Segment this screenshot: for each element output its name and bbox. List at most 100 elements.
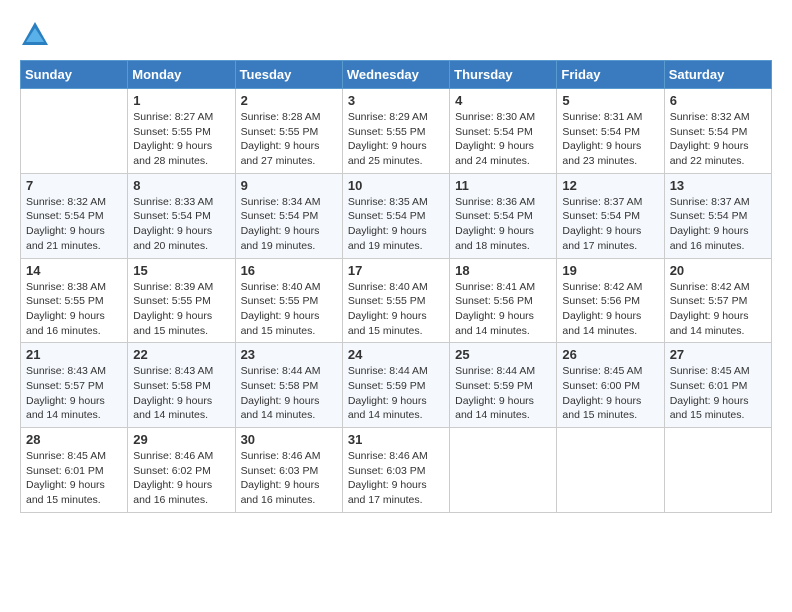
day-info: Sunrise: 8:43 AM Sunset: 5:58 PM Dayligh… bbox=[133, 364, 229, 423]
day-number: 11 bbox=[455, 178, 551, 193]
day-number: 6 bbox=[670, 93, 766, 108]
day-number: 9 bbox=[241, 178, 337, 193]
day-number: 27 bbox=[670, 347, 766, 362]
day-number: 18 bbox=[455, 263, 551, 278]
calendar-day-cell bbox=[21, 89, 128, 174]
day-number: 17 bbox=[348, 263, 444, 278]
calendar-day-cell: 18 Sunrise: 8:41 AM Sunset: 5:56 PM Dayli… bbox=[450, 258, 557, 343]
day-number: 3 bbox=[348, 93, 444, 108]
day-info: Sunrise: 8:43 AM Sunset: 5:57 PM Dayligh… bbox=[26, 364, 122, 423]
day-of-week-header: Friday bbox=[557, 61, 664, 89]
day-info: Sunrise: 8:42 AM Sunset: 5:56 PM Dayligh… bbox=[562, 280, 658, 339]
day-number: 24 bbox=[348, 347, 444, 362]
calendar-day-cell: 29 Sunrise: 8:46 AM Sunset: 6:02 PM Dayli… bbox=[128, 428, 235, 513]
calendar-day-cell: 15Sunrise: 8:39 AM Sunset: 5:55 PM Dayli… bbox=[128, 258, 235, 343]
calendar-day-cell: 20 Sunrise: 8:42 AM Sunset: 5:57 PM Dayli… bbox=[664, 258, 771, 343]
calendar-day-cell: 19 Sunrise: 8:42 AM Sunset: 5:56 PM Dayli… bbox=[557, 258, 664, 343]
calendar-day-cell: 21 Sunrise: 8:43 AM Sunset: 5:57 PM Dayli… bbox=[21, 343, 128, 428]
day-of-week-header: Wednesday bbox=[342, 61, 449, 89]
day-info: Sunrise: 8:34 AM Sunset: 5:54 PM Dayligh… bbox=[241, 195, 337, 254]
calendar-week-row: 1 Sunrise: 8:27 AM Sunset: 5:55 PM Daylig… bbox=[21, 89, 772, 174]
day-info: Sunrise: 8:32 AM Sunset: 5:54 PM Dayligh… bbox=[26, 195, 122, 254]
calendar-day-cell bbox=[450, 428, 557, 513]
day-info: Sunrise: 8:37 AM Sunset: 5:54 PM Dayligh… bbox=[562, 195, 658, 254]
calendar-week-row: 7 Sunrise: 8:32 AM Sunset: 5:54 PM Daylig… bbox=[21, 173, 772, 258]
day-info: Sunrise: 8:35 AM Sunset: 5:54 PM Dayligh… bbox=[348, 195, 444, 254]
day-info: Sunrise: 8:42 AM Sunset: 5:57 PM Dayligh… bbox=[670, 280, 766, 339]
day-of-week-header: Saturday bbox=[664, 61, 771, 89]
day-info: Sunrise: 8:41 AM Sunset: 5:56 PM Dayligh… bbox=[455, 280, 551, 339]
calendar-day-cell: 17 Sunrise: 8:40 AM Sunset: 5:55 PM Dayli… bbox=[342, 258, 449, 343]
day-of-week-header: Tuesday bbox=[235, 61, 342, 89]
day-info: Sunrise: 8:29 AM Sunset: 5:55 PM Dayligh… bbox=[348, 110, 444, 169]
day-number: 16 bbox=[241, 263, 337, 278]
day-number: 2 bbox=[241, 93, 337, 108]
logo bbox=[20, 20, 56, 50]
calendar-day-cell: 28 Sunrise: 8:45 AM Sunset: 6:01 PM Dayli… bbox=[21, 428, 128, 513]
calendar-week-row: 28 Sunrise: 8:45 AM Sunset: 6:01 PM Dayli… bbox=[21, 428, 772, 513]
day-number: 20 bbox=[670, 263, 766, 278]
day-number: 1 bbox=[133, 93, 229, 108]
calendar-day-cell: 9 Sunrise: 8:34 AM Sunset: 5:54 PM Daylig… bbox=[235, 173, 342, 258]
calendar-header-row: SundayMondayTuesdayWednesdayThursdayFrid… bbox=[21, 61, 772, 89]
calendar-day-cell bbox=[557, 428, 664, 513]
calendar-day-cell: 11 Sunrise: 8:36 AM Sunset: 5:54 PM Dayli… bbox=[450, 173, 557, 258]
calendar-week-row: 21 Sunrise: 8:43 AM Sunset: 5:57 PM Dayli… bbox=[21, 343, 772, 428]
day-number: 25 bbox=[455, 347, 551, 362]
calendar-day-cell: 6 Sunrise: 8:32 AM Sunset: 5:54 PM Daylig… bbox=[664, 89, 771, 174]
calendar-day-cell: 26 Sunrise: 8:45 AM Sunset: 6:00 PM Dayli… bbox=[557, 343, 664, 428]
calendar-day-cell: 5 Sunrise: 8:31 AM Sunset: 5:54 PM Daylig… bbox=[557, 89, 664, 174]
day-info: Sunrise: 8:36 AM Sunset: 5:54 PM Dayligh… bbox=[455, 195, 551, 254]
day-number: 5 bbox=[562, 93, 658, 108]
calendar-day-cell: 27 Sunrise: 8:45 AM Sunset: 6:01 PM Dayli… bbox=[664, 343, 771, 428]
calendar-day-cell: 10Sunrise: 8:35 AM Sunset: 5:54 PM Dayli… bbox=[342, 173, 449, 258]
day-number: 4 bbox=[455, 93, 551, 108]
day-number: 28 bbox=[26, 432, 122, 447]
calendar-day-cell: 2 Sunrise: 8:28 AM Sunset: 5:55 PM Daylig… bbox=[235, 89, 342, 174]
calendar-day-cell: 24 Sunrise: 8:44 AM Sunset: 5:59 PM Dayli… bbox=[342, 343, 449, 428]
day-number: 22 bbox=[133, 347, 229, 362]
calendar-day-cell: 12Sunrise: 8:37 AM Sunset: 5:54 PM Dayli… bbox=[557, 173, 664, 258]
day-number: 8 bbox=[133, 178, 229, 193]
day-info: Sunrise: 8:44 AM Sunset: 5:59 PM Dayligh… bbox=[348, 364, 444, 423]
day-info: Sunrise: 8:27 AM Sunset: 5:55 PM Dayligh… bbox=[133, 110, 229, 169]
day-info: Sunrise: 8:46 AM Sunset: 6:03 PM Dayligh… bbox=[348, 449, 444, 508]
day-number: 7 bbox=[26, 178, 122, 193]
day-info: Sunrise: 8:39 AM Sunset: 5:55 PM Dayligh… bbox=[133, 280, 229, 339]
day-info: Sunrise: 8:32 AM Sunset: 5:54 PM Dayligh… bbox=[670, 110, 766, 169]
calendar-day-cell: 3 Sunrise: 8:29 AM Sunset: 5:55 PM Daylig… bbox=[342, 89, 449, 174]
day-number: 23 bbox=[241, 347, 337, 362]
day-info: Sunrise: 8:44 AM Sunset: 5:59 PM Dayligh… bbox=[455, 364, 551, 423]
calendar-day-cell: 1 Sunrise: 8:27 AM Sunset: 5:55 PM Daylig… bbox=[128, 89, 235, 174]
day-number: 19 bbox=[562, 263, 658, 278]
logo-icon bbox=[20, 20, 50, 50]
day-info: Sunrise: 8:45 AM Sunset: 6:01 PM Dayligh… bbox=[670, 364, 766, 423]
calendar-day-cell: 30Sunrise: 8:46 AM Sunset: 6:03 PM Dayli… bbox=[235, 428, 342, 513]
day-info: Sunrise: 8:31 AM Sunset: 5:54 PM Dayligh… bbox=[562, 110, 658, 169]
day-number: 26 bbox=[562, 347, 658, 362]
day-info: Sunrise: 8:37 AM Sunset: 5:54 PM Dayligh… bbox=[670, 195, 766, 254]
calendar: SundayMondayTuesdayWednesdayThursdayFrid… bbox=[20, 60, 772, 513]
day-info: Sunrise: 8:30 AM Sunset: 5:54 PM Dayligh… bbox=[455, 110, 551, 169]
calendar-day-cell: 13Sunrise: 8:37 AM Sunset: 5:54 PM Dayli… bbox=[664, 173, 771, 258]
header bbox=[20, 20, 772, 50]
day-info: Sunrise: 8:33 AM Sunset: 5:54 PM Dayligh… bbox=[133, 195, 229, 254]
day-of-week-header: Monday bbox=[128, 61, 235, 89]
calendar-day-cell: 8 Sunrise: 8:33 AM Sunset: 5:54 PM Daylig… bbox=[128, 173, 235, 258]
day-info: Sunrise: 8:40 AM Sunset: 5:55 PM Dayligh… bbox=[348, 280, 444, 339]
day-number: 21 bbox=[26, 347, 122, 362]
calendar-day-cell: 25 Sunrise: 8:44 AM Sunset: 5:59 PM Dayli… bbox=[450, 343, 557, 428]
day-number: 31 bbox=[348, 432, 444, 447]
calendar-day-cell: 7 Sunrise: 8:32 AM Sunset: 5:54 PM Daylig… bbox=[21, 173, 128, 258]
calendar-day-cell: 22 Sunrise: 8:43 AM Sunset: 5:58 PM Dayli… bbox=[128, 343, 235, 428]
day-info: Sunrise: 8:28 AM Sunset: 5:55 PM Dayligh… bbox=[241, 110, 337, 169]
day-number: 14 bbox=[26, 263, 122, 278]
day-number: 29 bbox=[133, 432, 229, 447]
day-info: Sunrise: 8:45 AM Sunset: 6:01 PM Dayligh… bbox=[26, 449, 122, 508]
day-of-week-header: Sunday bbox=[21, 61, 128, 89]
calendar-day-cell: 31 Sunrise: 8:46 AM Sunset: 6:03 PM Dayli… bbox=[342, 428, 449, 513]
calendar-week-row: 14Sunrise: 8:38 AM Sunset: 5:55 PM Dayli… bbox=[21, 258, 772, 343]
day-info: Sunrise: 8:45 AM Sunset: 6:00 PM Dayligh… bbox=[562, 364, 658, 423]
day-info: Sunrise: 8:46 AM Sunset: 6:02 PM Dayligh… bbox=[133, 449, 229, 508]
calendar-day-cell: 14Sunrise: 8:38 AM Sunset: 5:55 PM Dayli… bbox=[21, 258, 128, 343]
